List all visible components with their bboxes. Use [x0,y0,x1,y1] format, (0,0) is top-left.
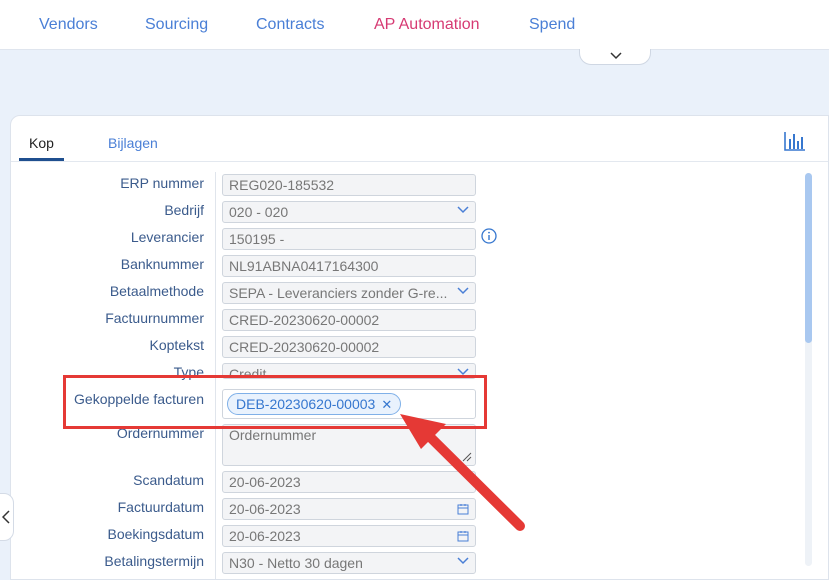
calendar-icon[interactable] [457,530,469,542]
betalingstermijn-select[interactable]: N30 - Netto 30 dagen [222,552,476,574]
boekingsdatum-field[interactable]: 20-06-2023 [222,525,476,547]
boekingsdatum-value: 20-06-2023 [229,528,301,544]
banknummer-label: Banknummer [120,256,204,272]
erp-nummer-value: REG020-185532 [229,177,335,193]
sidebar-toggle-button[interactable] [0,493,14,541]
erp-nummer-field[interactable]: REG020-185532 [222,174,476,196]
chevron-down-icon [457,287,469,295]
betaalmethode-select[interactable]: SEPA - Leveranciers zonder G-re... [222,282,476,304]
invoice-card: Kop Bijlagen ERP nummer REG020-185532 Be… [10,115,829,580]
factuurdatum-value: 20-06-2023 [229,501,301,517]
factuurnummer-label: Factuurnummer [105,310,204,326]
bedrijf-value: 020 - 020 [229,204,289,220]
chevron-down-icon [457,557,469,565]
nav-contracts[interactable]: Contracts [256,16,324,34]
active-tab-indicator [19,158,64,161]
tab-bijlagen[interactable]: Bijlagen [108,135,158,151]
betalingstermijn-label: Betalingstermijn [104,553,204,569]
top-navigation: Vendors Sourcing Contracts AP Automation… [0,0,829,50]
erp-nummer-label: ERP nummer [120,175,204,191]
scandatum-label: Scandatum [133,472,204,488]
nav-spend[interactable]: Spend [529,16,575,34]
chevron-down-icon [457,206,469,214]
banknummer-value: NL91ABNA0417164300 [229,258,379,274]
resize-handle-icon[interactable] [462,452,472,462]
leverancier-field[interactable]: 150195 - [222,228,476,250]
banknummer-field[interactable]: NL91ABNA0417164300 [222,255,476,277]
tab-bar: Kop Bijlagen [11,116,828,162]
betaalmethode-label: Betaalmethode [109,283,204,299]
scrollbar-thumb[interactable] [805,173,812,343]
tab-kop[interactable]: Kop [29,135,54,151]
bedrijf-label: Bedrijf [164,202,204,218]
factuurdatum-field[interactable]: 20-06-2023 [222,498,476,520]
betaalmethode-value: SEPA - Leveranciers zonder G-re... [229,285,448,301]
leverancier-value: 150195 - [229,231,285,247]
invoice-header-form: ERP nummer REG020-185532 Bedrijf 020 - 0… [11,162,806,579]
factuurdatum-label: Factuurdatum [117,499,204,515]
nav-vendors[interactable]: Vendors [39,16,98,34]
koptekst-label: Koptekst [149,337,204,353]
info-icon[interactable] [481,228,497,244]
ordernummer-placeholder: Ordernummer [229,427,317,443]
ordernummer-textarea[interactable]: Ordernummer [222,424,476,466]
betalingstermijn-value: N30 - Netto 30 dagen [229,555,363,571]
factuurnummer-value: CRED-20230620-00002 [229,312,380,328]
calendar-icon[interactable] [457,503,469,515]
nav-sourcing[interactable]: Sourcing [145,16,208,34]
leverancier-label: Leverancier [130,229,204,245]
chevron-left-icon [2,510,10,524]
nav-ap-automation[interactable]: AP Automation [374,16,480,34]
factuurnummer-field[interactable]: CRED-20230620-00002 [222,309,476,331]
scandatum-field[interactable]: 20-06-2023 [222,471,476,493]
form-scrollbar[interactable] [805,173,812,566]
scandatum-value: 20-06-2023 [229,474,301,490]
koptekst-field[interactable]: CRED-20230620-00002 [222,336,476,358]
bedrijf-select[interactable]: 020 - 020 [222,201,476,223]
bar-chart-icon[interactable] [784,131,806,151]
annotation-highlight-box [63,375,487,429]
boekingsdatum-label: Boekingsdatum [107,526,204,542]
collapse-header-button[interactable] [579,49,651,65]
chevron-down-icon [610,52,622,60]
koptekst-value: CRED-20230620-00002 [229,339,380,355]
